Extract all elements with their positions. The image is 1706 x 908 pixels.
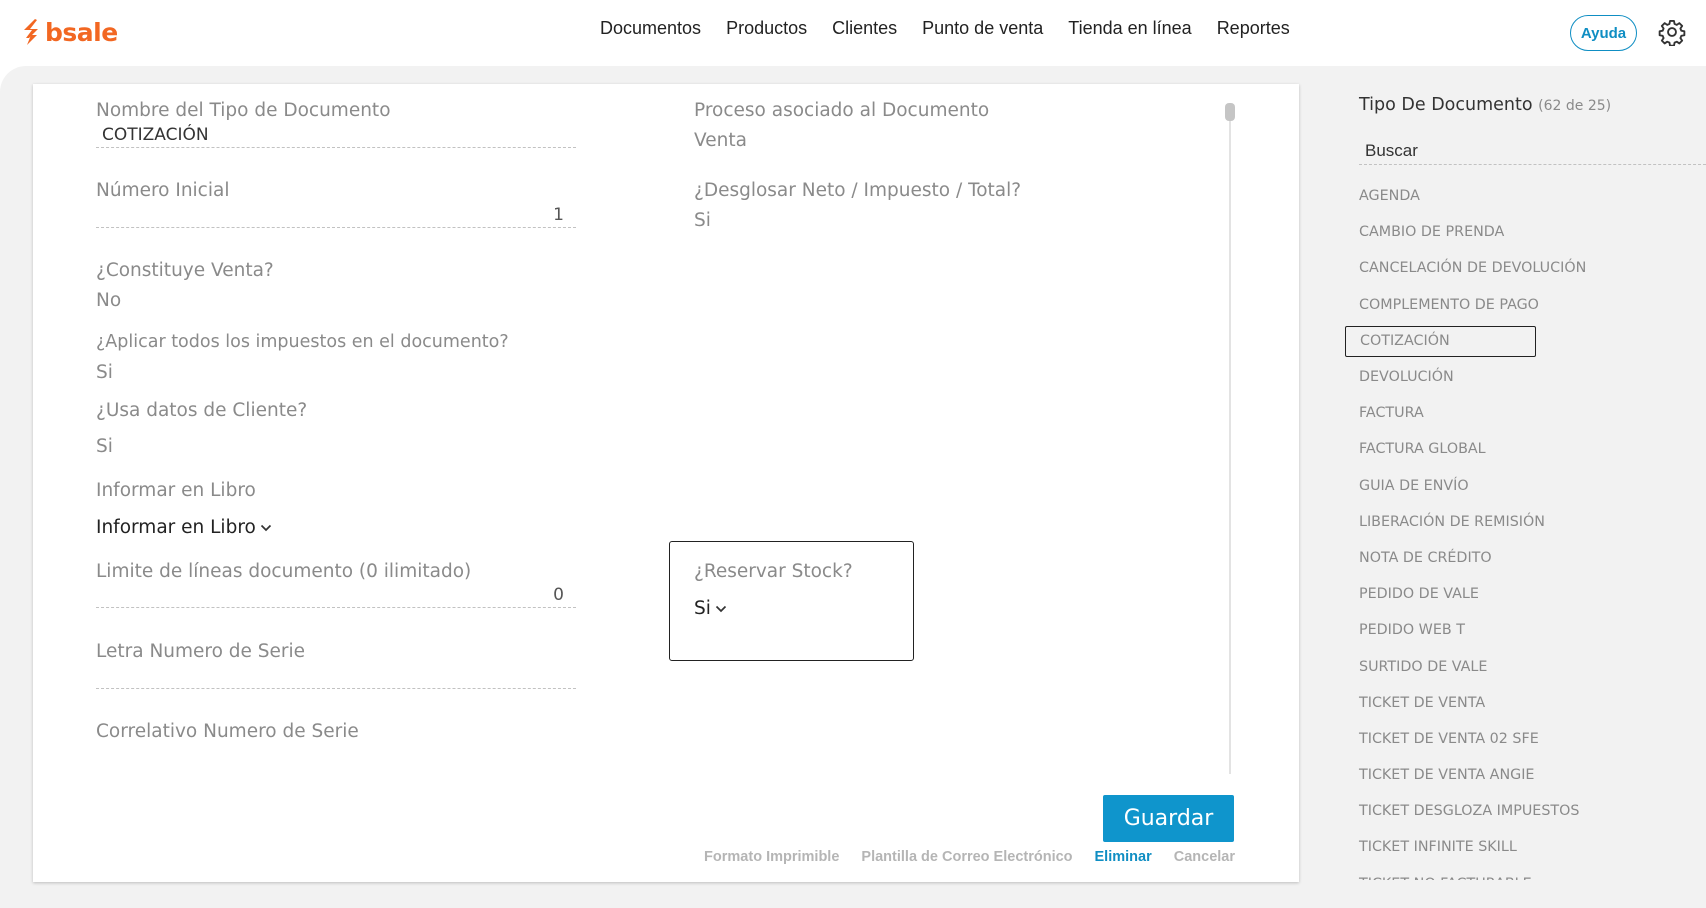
top-navigation-bar: bsale Documentos Productos Clientes Punt… <box>0 0 1706 66</box>
initial-number-input[interactable]: 1 <box>96 198 576 228</box>
cancel-link[interactable]: Cancelar <box>1174 849 1235 865</box>
list-item[interactable]: TICKET DE VENTA ANGIE <box>1344 757 1706 793</box>
reserve-stock-dropdown[interactable]: Si <box>694 598 727 619</box>
document-type-list: AGENDA CAMBIO DE PRENDA CANCELACIÓN DE DEV… <box>1344 178 1706 880</box>
list-item[interactable]: FACTURA GLOBAL <box>1344 431 1706 467</box>
list-item[interactable]: TICKET INFINITE SKILL <box>1344 829 1706 865</box>
list-item[interactable]: TICKET DE VENTA 02 SFE <box>1344 721 1706 757</box>
main-nav: Documentos Productos Clientes Punto de v… <box>600 18 1290 39</box>
help-button[interactable]: Ayuda <box>1570 15 1637 51</box>
report-in-book-dropdown[interactable]: Informar en Libro <box>96 517 272 538</box>
nav-productos[interactable]: Productos <box>726 18 807 39</box>
delete-link[interactable]: Eliminar <box>1095 849 1152 865</box>
gear-icon[interactable] <box>1658 18 1686 46</box>
document-type-form: Nombre del Tipo de Documento COTIZACIÓN … <box>33 84 1299 882</box>
list-search-input[interactable]: Buscar <box>1359 138 1706 165</box>
chevron-down-icon <box>715 605 726 612</box>
document-type-list-title: Tipo De Documento (62 de 25) <box>1359 95 1611 115</box>
breakdown-label: ¿Desglosar Neto / Impuesto / Total? <box>694 180 1022 201</box>
nav-reportes[interactable]: Reportes <box>1217 18 1290 39</box>
nav-tienda-en-linea[interactable]: Tienda en línea <box>1068 18 1191 39</box>
form-scrollbar-track[interactable] <box>1229 104 1231 774</box>
list-item[interactable]: TICKET DESGLOZA IMPUESTOS <box>1344 793 1706 829</box>
breakdown-value: Si <box>694 210 711 231</box>
doc-type-name-input[interactable]: COTIZACIÓN <box>96 118 576 148</box>
printable-format-link[interactable]: Formato Imprimible <box>704 849 839 865</box>
list-item[interactable]: CAMBIO DE PRENDA <box>1344 214 1706 250</box>
list-title-text: Tipo De Documento <box>1359 95 1533 115</box>
process-value: Venta <box>694 130 747 151</box>
nav-punto-de-venta[interactable]: Punto de venta <box>922 18 1043 39</box>
list-item[interactable]: SURTIDO DE VALE <box>1344 648 1706 684</box>
nav-clientes[interactable]: Clientes <box>832 18 897 39</box>
list-item[interactable]: TICKET NO FACTURABLE <box>1344 866 1706 880</box>
reserve-stock-label: ¿Reservar Stock? <box>694 561 853 582</box>
list-item[interactable]: GUIA DE ENVÍO <box>1344 468 1706 504</box>
line-limit-input[interactable]: 0 <box>96 578 576 608</box>
bsale-logo-icon <box>24 19 38 45</box>
form-footer-actions: Formato Imprimible Plantilla de Correo E… <box>704 849 1235 865</box>
report-in-book-label: Informar en Libro <box>96 480 256 501</box>
list-item[interactable]: AGENDA <box>1344 178 1706 214</box>
constitutes-sale-value: No <box>96 290 122 311</box>
apply-taxes-value: Si <box>96 362 113 383</box>
list-item[interactable]: FACTURA <box>1344 395 1706 431</box>
list-item[interactable]: CANCELACIÓN DE DEVOLUCIÓN <box>1344 250 1706 286</box>
form-scrollbar-thumb[interactable] <box>1225 103 1235 121</box>
logo-text: bsale <box>45 17 118 47</box>
list-item[interactable]: LIBERACIÓN DE REMISIÓN <box>1344 504 1706 540</box>
report-in-book-value: Informar en Libro <box>96 517 256 538</box>
bsale-logo[interactable]: bsale <box>21 16 118 48</box>
process-label: Proceso asociado al Documento <box>694 100 990 121</box>
nav-documentos[interactable]: Documentos <box>600 18 701 39</box>
serial-correlative-label: Correlativo Numero de Serie <box>96 721 359 742</box>
list-item[interactable]: PEDIDO WEB T <box>1344 612 1706 648</box>
chevron-down-icon <box>260 524 271 531</box>
uses-client-data-label: ¿Usa datos de Cliente? <box>96 400 308 421</box>
constitutes-sale-label: ¿Constituye Venta? <box>96 260 274 281</box>
reserve-stock-value: Si <box>694 598 711 619</box>
list-item[interactable]: NOTA DE CRÉDITO <box>1344 540 1706 576</box>
list-item[interactable]: COMPLEMENTO DE PAGO <box>1344 287 1706 323</box>
list-count: (62 de 25) <box>1538 98 1612 114</box>
email-template-link[interactable]: Plantilla de Correo Electrónico <box>861 849 1072 865</box>
uses-client-data-value: Si <box>96 436 113 457</box>
save-button[interactable]: Guardar <box>1103 795 1234 842</box>
list-item[interactable]: DEVOLUCIÓN <box>1344 359 1706 395</box>
serial-letter-input[interactable] <box>96 659 576 689</box>
list-item[interactable]: PEDIDO DE VALE <box>1344 576 1706 612</box>
list-item-selected[interactable]: COTIZACIÓN <box>1345 325 1536 357</box>
list-item[interactable]: TICKET DE VENTA <box>1344 685 1706 721</box>
apply-taxes-label: ¿Aplicar todos los impuestos en el docum… <box>96 332 509 352</box>
